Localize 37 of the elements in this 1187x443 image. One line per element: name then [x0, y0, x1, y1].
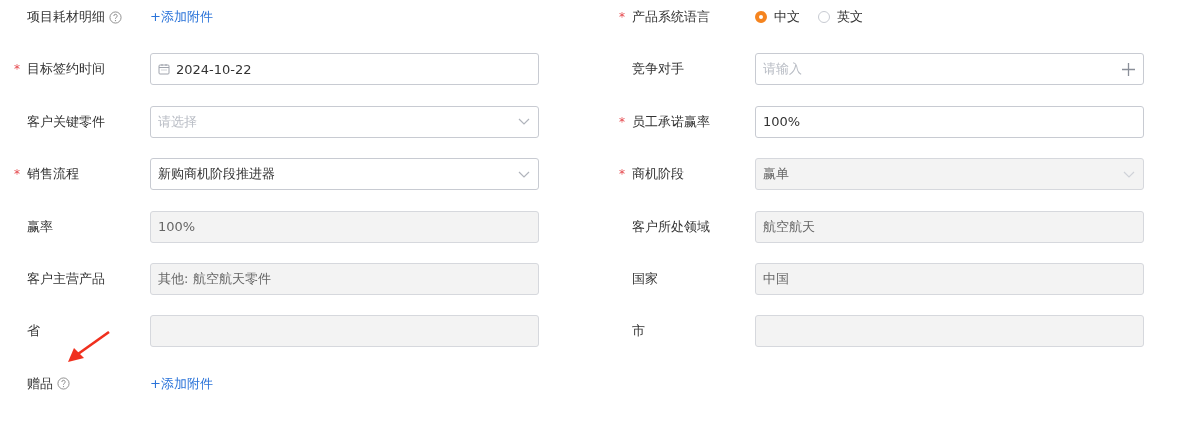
- field-label: 赢率: [27, 217, 53, 236]
- required-mark: *: [14, 62, 21, 77]
- annotation-arrow: [66, 331, 110, 363]
- field-label: 产品系统语言: [632, 8, 710, 26]
- chevron-down-icon: [518, 118, 530, 126]
- radio-label[interactable]: 中文: [774, 8, 800, 26]
- add-attachment-link[interactable]: +添加附件: [150, 375, 213, 391]
- field-label: 客户关键零件: [27, 112, 105, 131]
- field-label: 商机阶段: [632, 165, 684, 184]
- help-icon[interactable]: [109, 10, 122, 24]
- field-label: 市: [632, 322, 645, 341]
- date-field[interactable]: 2024-10-22: [150, 53, 539, 86]
- field-label: 客户所处领域: [632, 217, 710, 236]
- field-label: 赠品: [27, 374, 53, 393]
- field-label: 省: [27, 322, 40, 341]
- help-icon[interactable]: [57, 377, 70, 391]
- calendar-icon: [158, 63, 170, 76]
- field-label: 目标签约时间: [27, 60, 105, 79]
- field-label: 项目耗材明细: [27, 8, 105, 26]
- plus-icon[interactable]: [1122, 62, 1135, 76]
- field-label: 竞争对手: [632, 60, 684, 79]
- field-label: 客户主营产品: [27, 269, 105, 288]
- field-label: 国家: [632, 269, 658, 288]
- required-mark: *: [14, 167, 21, 182]
- add-attachment-link[interactable]: +添加附件: [150, 9, 213, 24]
- radio-label[interactable]: 英文: [837, 8, 863, 26]
- chevron-down-icon: [518, 170, 530, 178]
- required-mark: *: [619, 167, 626, 182]
- radio-button[interactable]: [818, 11, 830, 23]
- field-label: 销售流程: [27, 165, 79, 184]
- radio-button[interactable]: [755, 11, 767, 23]
- select-field[interactable]: 新购商机阶段推进器: [150, 158, 539, 191]
- chevron-down-icon: [1123, 170, 1135, 178]
- required-mark: *: [619, 10, 626, 24]
- input-field[interactable]: 100%: [755, 105, 1144, 138]
- field-label: 员工承诺赢率: [632, 112, 710, 131]
- required-mark: *: [619, 114, 626, 129]
